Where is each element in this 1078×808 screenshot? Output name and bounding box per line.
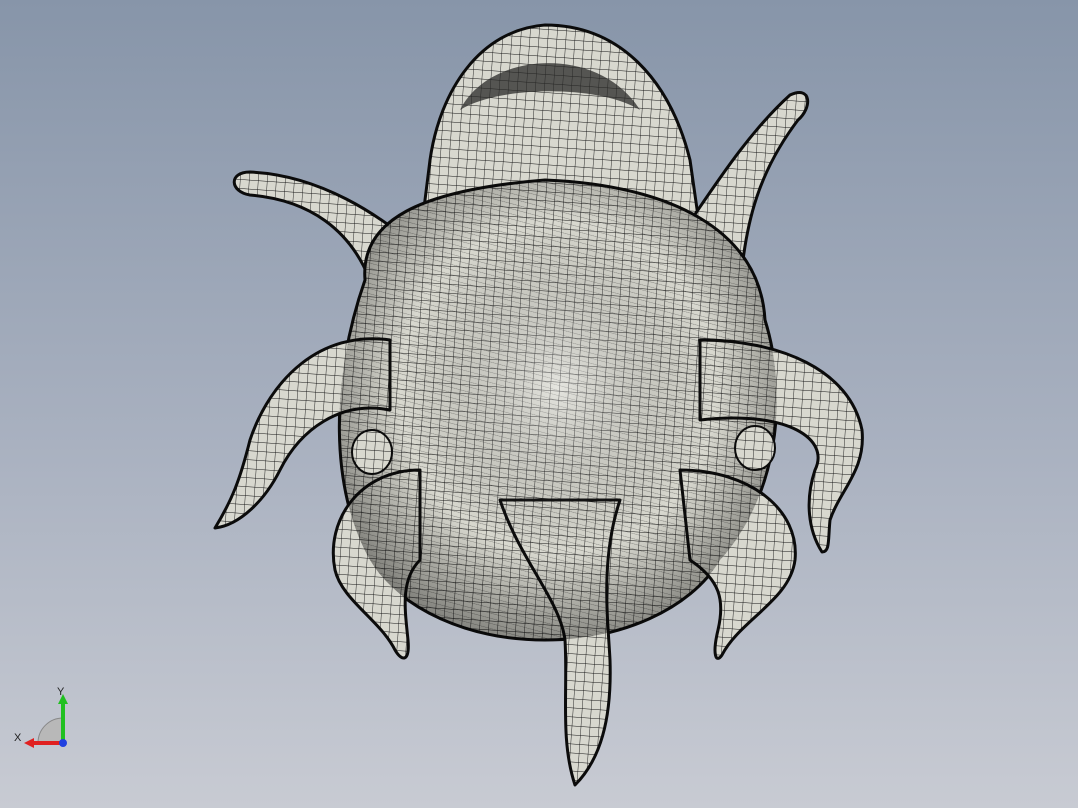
mesh-model[interactable] <box>0 0 1078 808</box>
x-axis-label: X <box>14 732 22 744</box>
x-axis-head <box>24 738 34 748</box>
y-axis-label: Y <box>57 686 65 698</box>
triad-quadrant <box>37 717 64 744</box>
eye-right <box>734 425 776 471</box>
eye-left <box>351 429 393 475</box>
axis-triad: Y X <box>10 686 80 756</box>
graphics-viewport[interactable]: Y X <box>0 0 1078 808</box>
z-axis-dot <box>59 739 67 747</box>
